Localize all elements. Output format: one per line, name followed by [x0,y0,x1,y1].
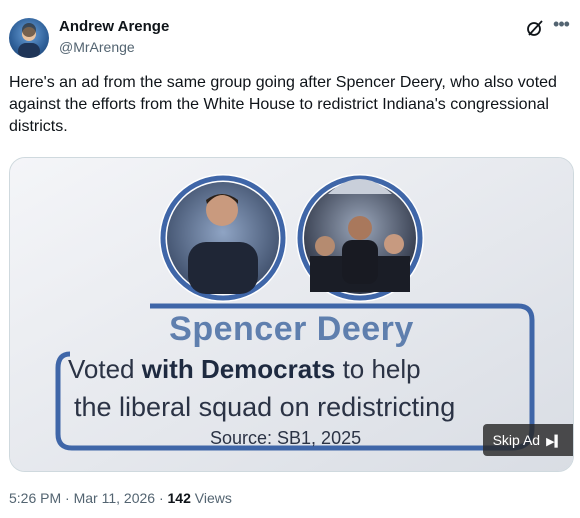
meta-separator: · [155,490,168,506]
ad-line-2: the liberal squad on redistricting [74,392,456,422]
views-count: 142 [167,490,191,506]
meta-separator: · [61,490,74,506]
tweet-header: Andrew Arenge @MrArenge ••• [9,14,571,58]
grok-icon[interactable] [525,18,545,38]
skip-ad-label: Skip Ad [492,432,541,448]
views-label: Views [190,490,232,506]
tweet-text: Here's an ad from the same group going a… [9,74,557,135]
ad-line-1-pre: Voted [68,354,142,384]
ad-line-1: Voted with Democrats to help [68,354,421,385]
ad-headline: Spencer Deery [169,310,414,348]
ad-line-1-post: to help [335,354,421,384]
tweet-meta: 5:26 PM · Mar 11, 2026 · 142 Views [9,490,232,506]
tweet-time[interactable]: 5:26 PM [9,490,61,506]
tweet-date[interactable]: Mar 11, 2026 [74,490,155,506]
ad-line-1-bold: with Democrats [141,354,336,384]
video-player[interactable]: Spencer Deery Voted with Democrats to he… [9,157,574,472]
more-icon[interactable]: ••• [551,15,571,36]
author-name[interactable]: Andrew Arenge [59,18,169,35]
ad-source: Source: SB1, 2025 [210,428,362,448]
author-handle[interactable]: @MrArenge [59,39,135,55]
avatar[interactable] [9,18,49,58]
skip-ad-button[interactable]: Skip Ad ▶▍ [482,424,573,456]
skip-next-icon: ▶▍ [546,436,563,448]
